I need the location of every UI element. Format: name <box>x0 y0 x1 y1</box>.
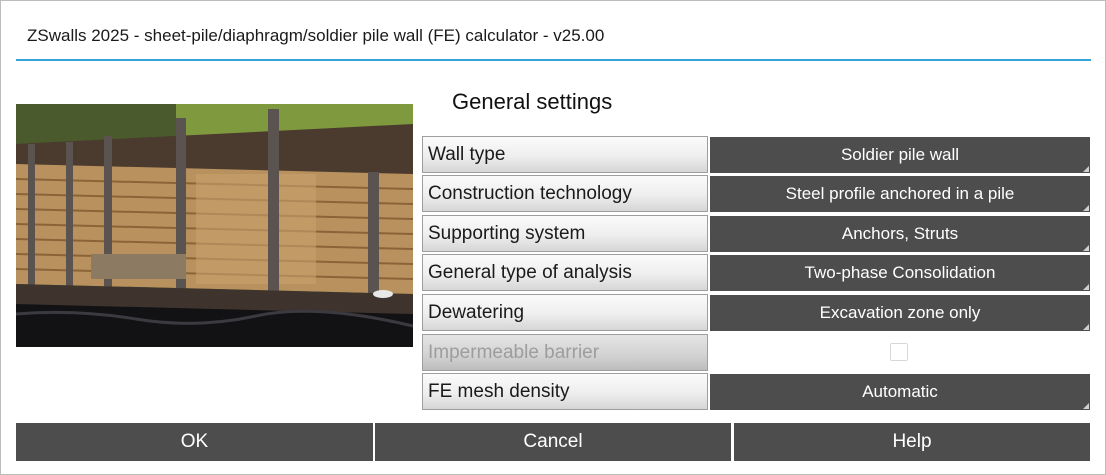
dewatering-dropdown[interactable]: Excavation zone only <box>710 295 1090 331</box>
fe-mesh-density-dropdown[interactable]: Automatic <box>710 374 1090 410</box>
title-divider <box>16 59 1091 61</box>
impermeable-barrier-checkbox <box>890 343 908 361</box>
wall-type-dropdown[interactable]: Soldier pile wall <box>710 137 1090 173</box>
settings-dialog: ZSwalls 2025 - sheet-pile/diaphragm/sold… <box>0 0 1106 475</box>
cancel-button[interactable]: Cancel <box>375 423 731 461</box>
construction-technology-dropdown[interactable]: Steel profile anchored in a pile <box>710 176 1090 212</box>
help-button[interactable]: Help <box>734 423 1090 461</box>
supporting-system-dropdown[interactable]: Anchors, Struts <box>710 216 1090 252</box>
label-supporting-system: Supporting system <box>422 215 708 252</box>
section-heading: General settings <box>452 89 613 114</box>
soldier-pile-wall-photo <box>16 104 413 347</box>
label-analysis-type: General type of analysis <box>422 254 708 291</box>
label-impermeable-barrier: Impermeable barrier <box>422 334 708 371</box>
ok-button[interactable]: OK <box>16 423 373 461</box>
label-dewatering: Dewatering <box>422 294 708 331</box>
window-title: ZSwalls 2025 - sheet-pile/diaphragm/sold… <box>27 26 605 45</box>
label-construction-technology: Construction technology <box>422 175 708 212</box>
analysis-type-dropdown[interactable]: Two-phase Consolidation <box>710 255 1090 291</box>
label-wall-type: Wall type <box>422 136 708 173</box>
label-fe-mesh-density: FE mesh density <box>422 373 708 410</box>
